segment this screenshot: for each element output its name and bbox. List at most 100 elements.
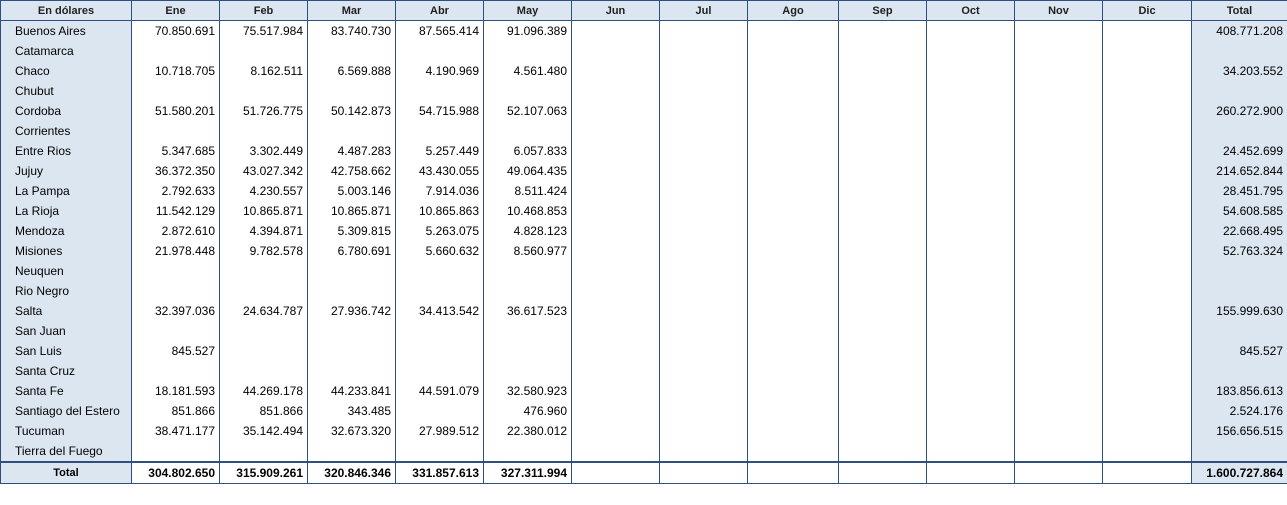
month-value: 54.715.988 [395, 101, 484, 121]
month-value [926, 41, 1015, 61]
row-total: 24.452.699 [1191, 141, 1287, 161]
month-value [838, 441, 927, 463]
month-value [926, 281, 1015, 301]
row-total: 34.203.552 [1191, 61, 1287, 81]
month-value [747, 141, 839, 161]
month-value: 10.718.705 [131, 61, 220, 81]
month-value: 4.190.969 [395, 61, 484, 81]
month-value [571, 141, 660, 161]
month-value [659, 381, 748, 401]
month-value [659, 261, 748, 281]
month-value [659, 61, 748, 81]
month-value [1102, 41, 1192, 61]
month-value [838, 301, 927, 321]
month-value [659, 101, 748, 121]
month-value [571, 361, 660, 381]
month-value [659, 221, 748, 241]
footer-month-total [659, 461, 748, 484]
month-value: 32.397.036 [131, 301, 220, 321]
province-name: Corrientes [0, 121, 132, 141]
month-value [307, 441, 396, 463]
month-value [659, 281, 748, 301]
footer-month-total: 320.846.346 [307, 461, 396, 484]
month-value [1102, 281, 1192, 301]
month-value [1102, 241, 1192, 261]
footer-month-total: 315.909.261 [219, 461, 308, 484]
month-value [571, 341, 660, 361]
province-name: Rio Negro [0, 281, 132, 301]
province-name: Santa Cruz [0, 361, 132, 381]
month-value [1102, 181, 1192, 201]
month-value [838, 101, 927, 121]
month-value: 4.487.283 [307, 141, 396, 161]
month-value [219, 341, 308, 361]
footer-month-total: 327.311.994 [483, 461, 572, 484]
month-value: 6.569.888 [307, 61, 396, 81]
province-name: San Luis [0, 341, 132, 361]
month-value [219, 321, 308, 341]
month-header: Ene [131, 0, 220, 21]
grand-total: 1.600.727.864 [1191, 461, 1287, 484]
month-value: 6.780.691 [307, 241, 396, 261]
month-value [571, 281, 660, 301]
month-value [1102, 201, 1192, 221]
month-value [659, 20, 748, 41]
month-value [838, 381, 927, 401]
month-value: 2.792.633 [131, 181, 220, 201]
month-value [483, 41, 572, 61]
row-total [1191, 261, 1287, 281]
month-value [571, 101, 660, 121]
footer-month-total [571, 461, 660, 484]
month-value [838, 161, 927, 181]
month-value [483, 361, 572, 381]
month-value [1014, 361, 1103, 381]
month-value [131, 121, 220, 141]
row-total [1191, 81, 1287, 101]
month-value [659, 421, 748, 441]
month-value [219, 81, 308, 101]
month-value [659, 441, 748, 463]
month-value: 27.936.742 [307, 301, 396, 321]
month-value: 5.003.146 [307, 181, 396, 201]
month-value [659, 401, 748, 421]
month-value: 5.309.815 [307, 221, 396, 241]
month-value [659, 181, 748, 201]
row-total: 845.527 [1191, 341, 1287, 361]
month-header: Ago [747, 0, 839, 21]
table-row: Tucuman 38.471.177 35.142.494 32.673.320 27.… [0, 421, 1287, 441]
month-value [1014, 261, 1103, 281]
month-value [395, 341, 484, 361]
month-value [926, 361, 1015, 381]
month-value [1014, 301, 1103, 321]
month-value: 51.726.775 [219, 101, 308, 121]
month-value [1102, 441, 1192, 463]
row-total [1191, 361, 1287, 381]
month-value [1102, 161, 1192, 181]
province-name: Santa Fe [0, 381, 132, 401]
month-value [307, 281, 396, 301]
province-name: Jujuy [0, 161, 132, 181]
month-value [307, 321, 396, 341]
table-row: Neuquen [0, 261, 1287, 281]
province-name: Salta [0, 301, 132, 321]
month-value: 87.565.414 [395, 20, 484, 41]
month-value: 34.413.542 [395, 301, 484, 321]
province-name: Chubut [0, 81, 132, 101]
month-value [838, 421, 927, 441]
month-value: 42.758.662 [307, 161, 396, 181]
month-value [747, 201, 839, 221]
month-value [1102, 361, 1192, 381]
month-value [1014, 101, 1103, 121]
row-total [1191, 281, 1287, 301]
month-value [838, 261, 927, 281]
row-total [1191, 321, 1287, 341]
row-total: 214.652.844 [1191, 161, 1287, 181]
month-value [131, 361, 220, 381]
month-value [926, 261, 1015, 281]
month-value: 10.865.871 [219, 201, 308, 221]
month-value [1014, 281, 1103, 301]
month-value [926, 421, 1015, 441]
month-value [1102, 20, 1192, 41]
month-value [838, 241, 927, 261]
month-value [926, 101, 1015, 121]
